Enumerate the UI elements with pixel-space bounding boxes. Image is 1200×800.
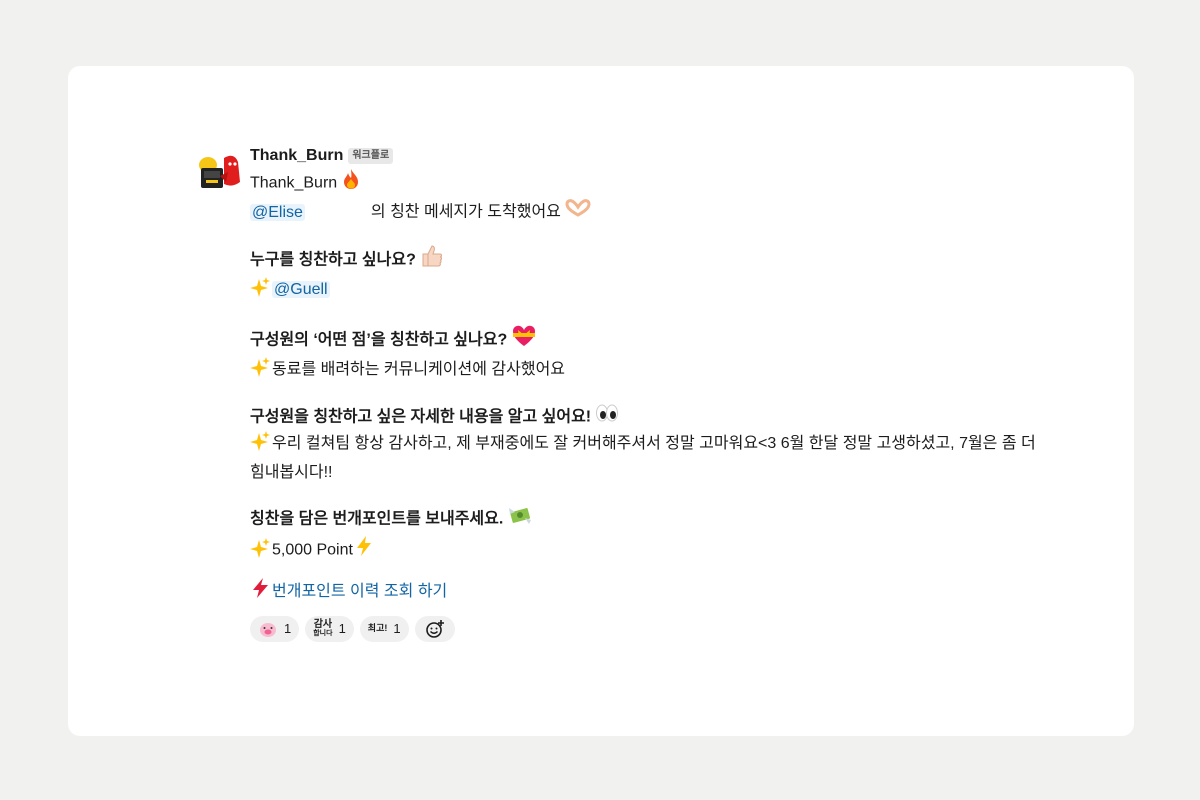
pig-emoji-icon — [258, 620, 278, 638]
message: Thank_Burn 워크플로 Thank_Burn @Elise 의 칭찬 메세… — [250, 144, 1040, 642]
history-link-line[interactable]: 번개포인트 이력 조회 하기 — [250, 577, 1040, 608]
eyes-emoji-icon — [595, 404, 619, 431]
reaction-thanks[interactable]: 감사 합니다 1 — [305, 615, 354, 642]
heart-hands-emoji-icon — [565, 199, 591, 226]
avatar[interactable] — [198, 152, 242, 192]
sparkles-emoji-icon — [250, 431, 270, 460]
thumbs-up-emoji-icon — [420, 244, 444, 277]
sender-name[interactable]: Thank_Burn — [250, 143, 343, 169]
section-2-heading: 구성원의 ‘어떤 점’을 칭찬하고 싶나요? — [250, 331, 508, 349]
money-with-wings-emoji-icon — [507, 504, 533, 535]
section-2-text: 동료를 배려하는 커뮤니케이션에 감사했어요 — [272, 361, 566, 378]
sticker-label-bottom: 합니다 — [313, 629, 333, 637]
sparkles-emoji-icon — [250, 357, 270, 386]
section-1-heading-line: 누구를 칭찬하고 싶나요? — [250, 244, 1040, 277]
section-4-heading: 칭찬을 담은 번개포인트를 보내주세요. — [250, 510, 504, 528]
reaction-pig[interactable]: 1 — [250, 615, 300, 642]
thanks-sticker-icon: 감사 합니다 — [313, 618, 333, 638]
section-4-answer: 5,000 Point — [250, 535, 1040, 567]
intro-text: 의 칭찬 메세지가 도착했어요 — [370, 203, 561, 221]
add-reaction-icon — [425, 619, 445, 639]
history-link[interactable]: 번개포인트 이력 조회 하기 — [272, 583, 447, 600]
section-3-answer: 우리 컬쳐팀 항상 감사하고, 제 부재중에도 잘 커버해주셔서 정말 고마워요… — [250, 431, 1040, 486]
message-title: Thank_Burn — [250, 174, 338, 192]
section-2-heading-line: 구성원의 ‘어떤 점’을 칭찬하고 싶나요? — [250, 324, 1040, 357]
reaction-best[interactable]: 최고! 1 — [359, 615, 409, 642]
reaction-count: 1 — [393, 620, 401, 636]
reaction-count: 1 — [284, 620, 292, 636]
high-voltage-emoji-icon — [355, 535, 373, 566]
section-1-answer: @Guell — [250, 277, 1040, 306]
section-4-text: 5,000 Point — [272, 541, 353, 559]
heart-ribbon-emoji-icon — [511, 324, 537, 357]
section-3-text: 우리 컬쳐팀 항상 감사하고, 제 부재중에도 잘 커버해주셔서 정말 고마워요… — [250, 435, 1036, 481]
fire-emoji-icon — [341, 168, 361, 199]
sparkles-emoji-icon — [250, 537, 270, 567]
mention-guell[interactable]: @Guell — [272, 281, 330, 298]
intro-line: @Elise 의 칭찬 메세지가 도착했어요 — [250, 199, 1040, 226]
thank-burn-avatar-icon — [199, 155, 240, 188]
lightning-icon — [250, 577, 270, 608]
message-header: Thank_Burn 워크플로 — [250, 144, 1040, 168]
reactions-bar: 1 감사 합니다 1 최고! 1 — [250, 615, 1040, 642]
mention-elise[interactable]: @Elise — [250, 203, 305, 221]
best-sticker-icon: 최고! — [367, 623, 388, 634]
app-badge: 워크플로 — [348, 148, 394, 164]
section-4-heading-line: 칭찬을 담은 번개포인트를 보내주세요. — [250, 504, 1040, 535]
section-1-heading: 누구를 칭찬하고 싶나요? — [250, 251, 416, 269]
sticker-label-top: 감사 — [313, 618, 333, 630]
section-2-answer: 동료를 배려하는 커뮤니케이션에 감사했어요 — [250, 357, 1040, 386]
sparkles-emoji-icon — [250, 277, 270, 306]
reaction-count: 1 — [338, 620, 346, 636]
message-title-line: Thank_Burn — [250, 168, 1040, 199]
section-3-heading-line: 구성원을 칭찬하고 싶은 자세한 내용을 알고 싶어요! — [250, 404, 1040, 431]
add-reaction-button[interactable] — [414, 615, 455, 642]
section-3-heading: 구성원을 칭찬하고 싶은 자세한 내용을 알고 싶어요! — [250, 408, 592, 426]
